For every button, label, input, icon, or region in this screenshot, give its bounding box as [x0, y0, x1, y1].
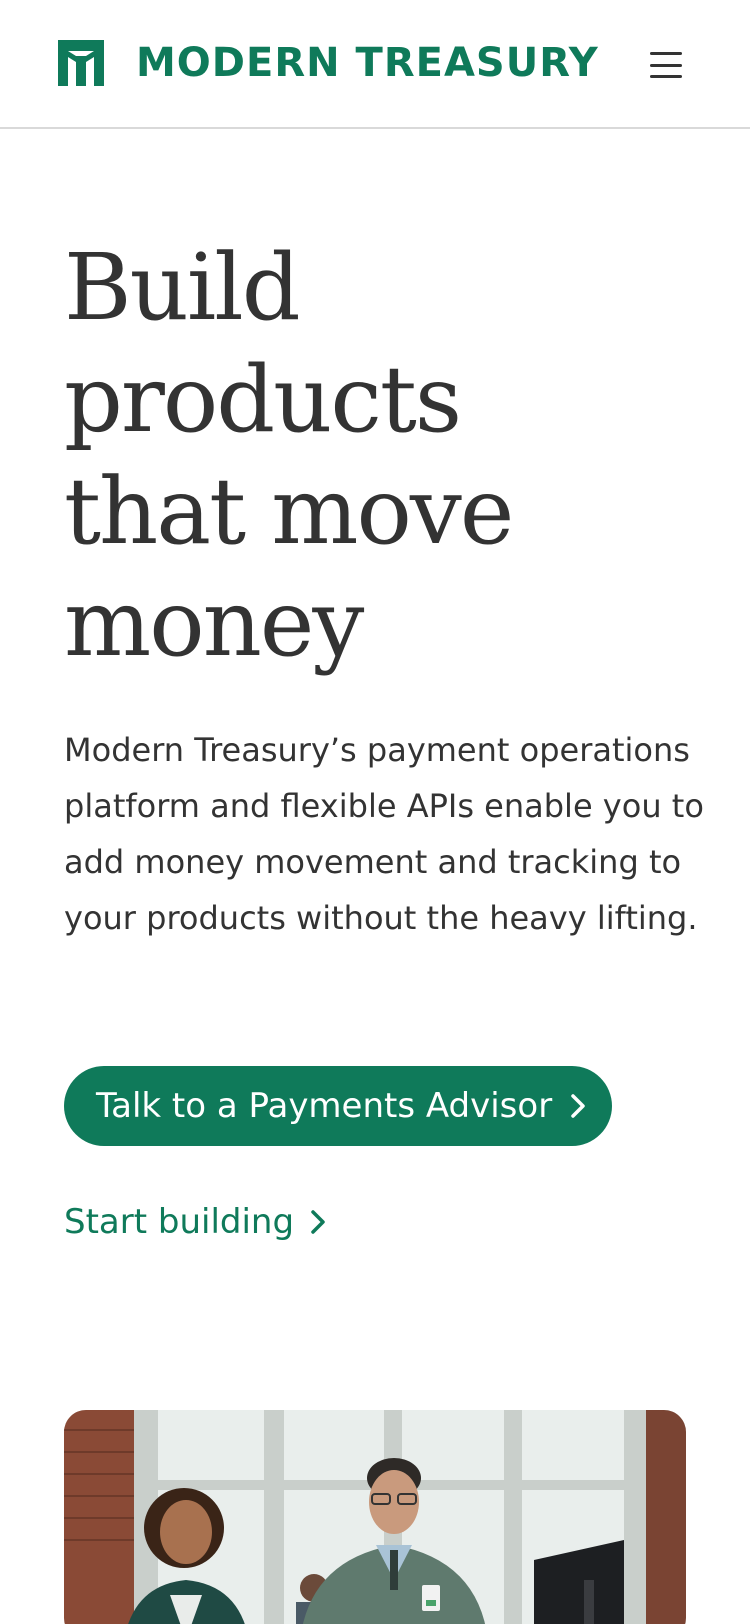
- office-scene-illustration: [64, 1410, 686, 1624]
- hero-title-line: products: [64, 346, 462, 453]
- brand-logo[interactable]: MODERN TREASURY: [58, 40, 599, 86]
- menu-button[interactable]: [646, 46, 686, 84]
- talk-to-advisor-label: Talk to a Payments Advisor: [96, 1086, 553, 1126]
- talk-to-advisor-button[interactable]: Talk to a Payments Advisor: [64, 1066, 612, 1146]
- modern-treasury-logo-icon: [58, 40, 104, 86]
- hamburger-menu-icon: [650, 52, 682, 55]
- hero-photo: [64, 1410, 686, 1624]
- brand-name: MODERN TREASURY: [136, 40, 599, 86]
- hero-title-line: Build: [64, 234, 301, 341]
- hero-title: Build products that move money: [64, 232, 704, 680]
- hero-title-line: money: [64, 570, 364, 677]
- hero-description: Modern Treasury’s payment operations pla…: [64, 731, 704, 937]
- chevron-right-icon: [571, 1094, 585, 1118]
- chevron-right-icon: [311, 1210, 325, 1234]
- start-building-label: Start building: [64, 1202, 295, 1242]
- site-header: MODERN TREASURY: [0, 0, 750, 129]
- start-building-link[interactable]: Start building: [64, 1196, 326, 1248]
- hamburger-menu-icon-bar: [650, 75, 682, 78]
- hero-title-line: that move: [64, 458, 514, 565]
- hamburger-menu-icon-bar: [650, 63, 682, 67]
